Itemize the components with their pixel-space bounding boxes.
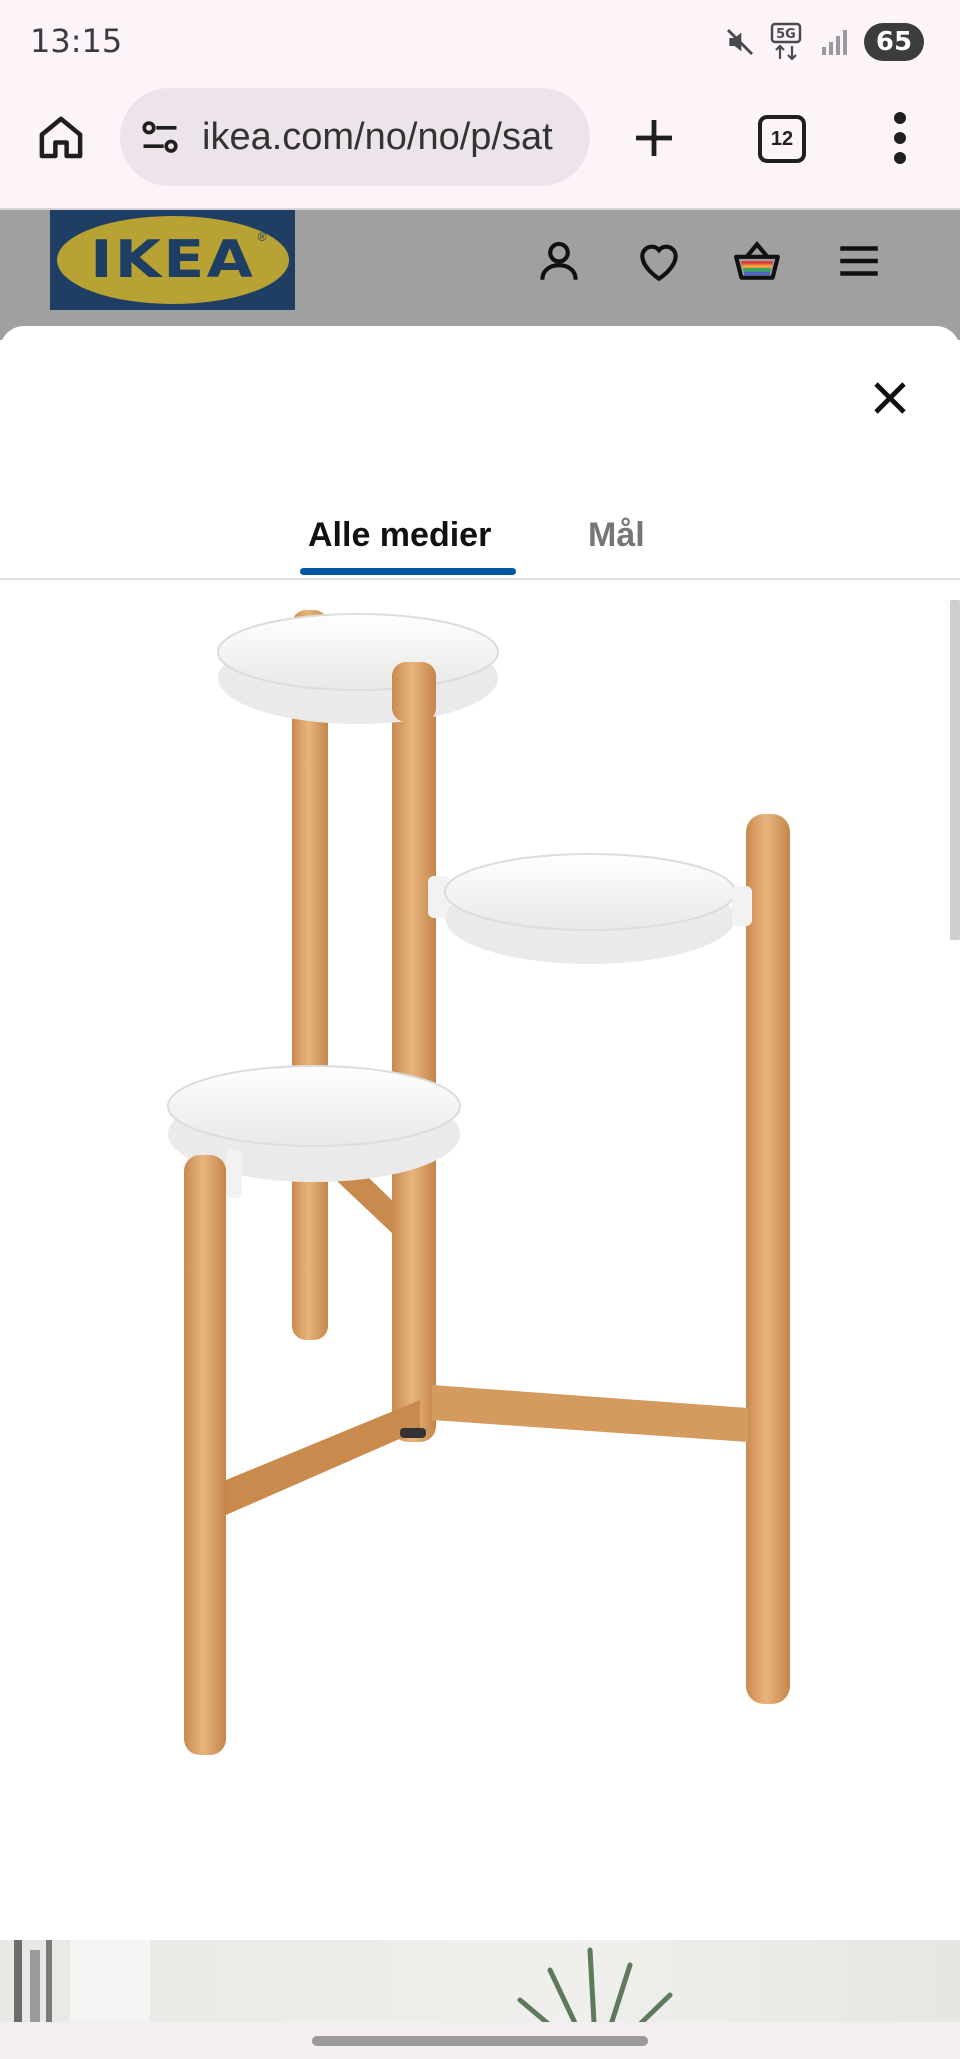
close-icon[interactable] — [866, 374, 914, 422]
center-leg-top — [392, 662, 436, 722]
more-icon[interactable] — [880, 110, 920, 166]
tray-bracket-left — [226, 1150, 242, 1198]
ikea-logo[interactable]: IKEA ® — [50, 210, 295, 310]
browser-toolbar: ikea.com/no/no/p/sat 12 — [0, 86, 960, 210]
right-leg — [746, 814, 790, 1704]
5g-data-icon: 5G — [770, 22, 802, 61]
brace-right — [432, 1385, 748, 1442]
brace-left — [226, 1400, 420, 1515]
logo-oval: IKEA ® — [56, 216, 289, 304]
account-icon[interactable] — [534, 236, 584, 286]
url-text: ikea.com/no/no/p/sat — [202, 115, 553, 158]
gesture-handle[interactable] — [312, 2036, 648, 2046]
menu-icon[interactable] — [834, 236, 884, 286]
lower-tray — [167, 1065, 461, 1147]
product-image — [167, 610, 790, 1755]
site-header: IKEA ® — [0, 210, 960, 340]
tab-count: 12 — [770, 127, 794, 150]
status-time: 13:15 — [30, 22, 123, 60]
home-icon[interactable] — [34, 111, 88, 165]
status-bar: 13:15 5G 65 — [0, 0, 960, 86]
logo-registered: ® — [257, 230, 267, 244]
network-label: 5G — [776, 27, 796, 42]
new-tab-icon[interactable] — [630, 114, 678, 162]
front-left-leg-top — [184, 1155, 226, 1215]
signal-icon — [822, 30, 847, 55]
status-icons: 5G 65 — [724, 22, 924, 62]
mute-icon — [726, 28, 754, 56]
center-leg-foot — [400, 1428, 426, 1438]
media-modal: Alle medier Mål — [0, 326, 960, 2059]
shopping-bag-icon[interactable] — [732, 236, 782, 286]
middle-tray — [444, 853, 736, 931]
active-tab-indicator — [300, 568, 516, 575]
tray-bracket-right — [732, 886, 752, 926]
tab-dimensions[interactable]: Mål — [588, 516, 645, 555]
address-bar[interactable]: ikea.com/no/no/p/sat — [120, 88, 590, 186]
site-settings-icon[interactable] — [138, 115, 182, 159]
system-navigation — [0, 2022, 960, 2059]
scrollbar[interactable] — [950, 600, 960, 940]
media-tabs: Alle medier Mål — [0, 506, 960, 580]
center-leg — [392, 662, 436, 1442]
top-tray — [217, 613, 499, 691]
tab-all-media[interactable]: Alle medier — [308, 516, 491, 555]
wishlist-heart-icon[interactable] — [634, 236, 684, 286]
battery-icon: 65 — [864, 23, 924, 61]
tabs-button[interactable]: 12 — [758, 115, 806, 163]
front-left-leg — [184, 1165, 226, 1755]
logo-text: IKEA — [90, 230, 255, 290]
